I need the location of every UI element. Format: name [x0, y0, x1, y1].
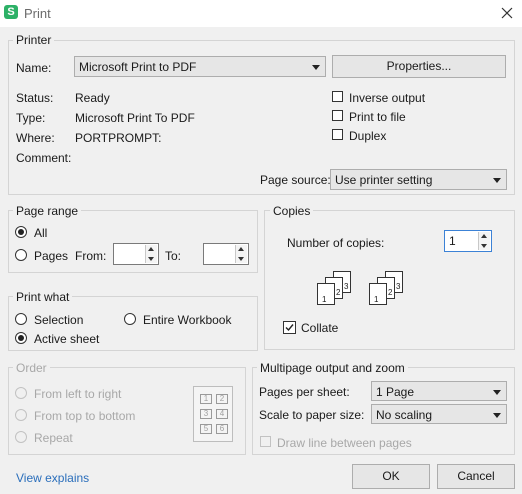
stack-page-number: 1: [322, 295, 327, 304]
draw-line-checkbox[interactable]: [260, 436, 271, 447]
page-source-label: Page source:: [260, 173, 331, 187]
close-icon[interactable]: [500, 6, 514, 20]
left-to-right-radio[interactable]: [15, 387, 27, 399]
spin-up-icon[interactable]: [238, 247, 244, 251]
from-label: From:: [75, 249, 107, 263]
inverse-output-label: Inverse output: [349, 91, 426, 105]
preview-cell: 4: [216, 409, 228, 419]
print-to-file-checkbox[interactable]: [332, 110, 343, 121]
page-range-pages-label: Pages: [34, 249, 69, 263]
name-label: Name:: [16, 61, 52, 75]
inverse-output-checkbox[interactable]: [332, 91, 343, 102]
page-range-pages-radio[interactable]: [15, 249, 27, 261]
multipage-title: Multipage output and zoom: [257, 361, 408, 375]
pages-per-sheet-value: 1 Page: [376, 385, 415, 399]
chevron-down-icon: [493, 390, 501, 395]
stack-page-number: 3: [344, 282, 349, 291]
entire-workbook-label: Entire Workbook: [143, 313, 232, 327]
stack-page-number: 1: [374, 295, 379, 304]
to-spinner[interactable]: [203, 243, 249, 265]
spin-up-icon[interactable]: [148, 247, 154, 251]
stack-page: 1: [369, 283, 387, 305]
preview-cell: 3: [200, 409, 212, 419]
preview-cell: 2: [216, 394, 228, 404]
stack-page-number: 2: [336, 288, 341, 297]
left-to-right-label: From left to right: [34, 387, 122, 401]
app-icon: S: [4, 5, 18, 19]
top-to-bottom-label: From top to bottom: [34, 409, 136, 423]
printer-group-title: Printer: [13, 33, 55, 47]
copies-spinner[interactable]: 1: [444, 230, 492, 252]
spin-up-icon[interactable]: [481, 234, 487, 238]
printer-name-select[interactable]: Microsoft Print to PDF: [74, 56, 326, 77]
properties-button[interactable]: Properties...: [332, 55, 506, 78]
status-value: Ready: [75, 91, 110, 105]
spin-down-icon[interactable]: [148, 257, 154, 261]
entire-workbook-radio[interactable]: [124, 313, 136, 325]
chevron-down-icon: [493, 178, 501, 183]
checkmark-icon: [285, 324, 294, 332]
status-label: Status:: [16, 91, 54, 105]
preview-cell: 6: [216, 424, 228, 434]
chevron-down-icon: [493, 413, 501, 418]
top-to-bottom-radio[interactable]: [15, 409, 27, 421]
order-preview: 1 2 3 4 5 6: [193, 386, 233, 442]
page-source-value: Use printer setting: [335, 173, 433, 187]
selection-label: Selection: [34, 313, 84, 327]
page-range-all-label: All: [34, 226, 48, 240]
type-value: Microsoft Print To PDF: [75, 111, 195, 125]
order-title: Order: [13, 361, 50, 375]
stack-page-number: 3: [396, 282, 401, 291]
repeat-label: Repeat: [34, 431, 73, 445]
comment-label: Comment:: [16, 151, 72, 165]
ok-button[interactable]: OK: [352, 464, 430, 489]
print-to-file-label: Print to file: [349, 110, 406, 124]
page-range-all-radio[interactable]: [15, 226, 27, 238]
collate-checkbox[interactable]: [283, 321, 296, 334]
copies-title: Copies: [270, 204, 314, 218]
where-label: Where:: [16, 131, 55, 145]
duplex-checkbox[interactable]: [332, 129, 343, 140]
cancel-button[interactable]: Cancel: [437, 464, 515, 489]
active-sheet-radio[interactable]: [15, 332, 27, 344]
page-source-select[interactable]: Use printer setting: [330, 169, 507, 190]
print-what-title: Print what: [13, 290, 73, 304]
chevron-down-icon: [312, 65, 320, 70]
page-range-title: Page range: [13, 204, 82, 218]
draw-line-label: Draw line between pages: [277, 436, 412, 450]
repeat-radio[interactable]: [15, 431, 27, 443]
duplex-label: Duplex: [349, 129, 387, 143]
type-label: Type:: [16, 111, 46, 125]
selection-radio[interactable]: [15, 313, 27, 325]
printer-name-value: Microsoft Print to PDF: [79, 60, 197, 74]
preview-cell: 5: [200, 424, 212, 434]
where-value: PORTPROMPT:: [75, 131, 162, 145]
stack-page-number: 2: [388, 288, 393, 297]
window-title: Print: [24, 6, 51, 21]
to-label: To:: [165, 249, 182, 263]
scale-to-paper-select[interactable]: No scaling: [371, 404, 507, 424]
active-sheet-label: Active sheet: [34, 332, 100, 346]
pages-per-sheet-select[interactable]: 1 Page: [371, 381, 507, 401]
scale-to-paper-value: No scaling: [376, 408, 433, 422]
from-spinner[interactable]: [113, 243, 159, 265]
spin-down-icon[interactable]: [481, 244, 487, 248]
scale-to-paper-label: Scale to paper size:: [259, 408, 365, 422]
collate-stack-icon: 3 2 1: [369, 271, 409, 307]
view-explains-link[interactable]: View explains: [16, 471, 89, 485]
collate-stack-icon: 3 2 1: [317, 271, 357, 307]
copies-value: 1: [449, 234, 456, 248]
stack-page: 1: [317, 283, 335, 305]
number-of-copies-label: Number of copies:: [287, 236, 385, 250]
spin-down-icon[interactable]: [238, 257, 244, 261]
preview-cell: 1: [200, 394, 212, 404]
collate-label: Collate: [301, 321, 339, 335]
pages-per-sheet-label: Pages per sheet:: [259, 385, 350, 399]
title-bar: [0, 0, 522, 27]
